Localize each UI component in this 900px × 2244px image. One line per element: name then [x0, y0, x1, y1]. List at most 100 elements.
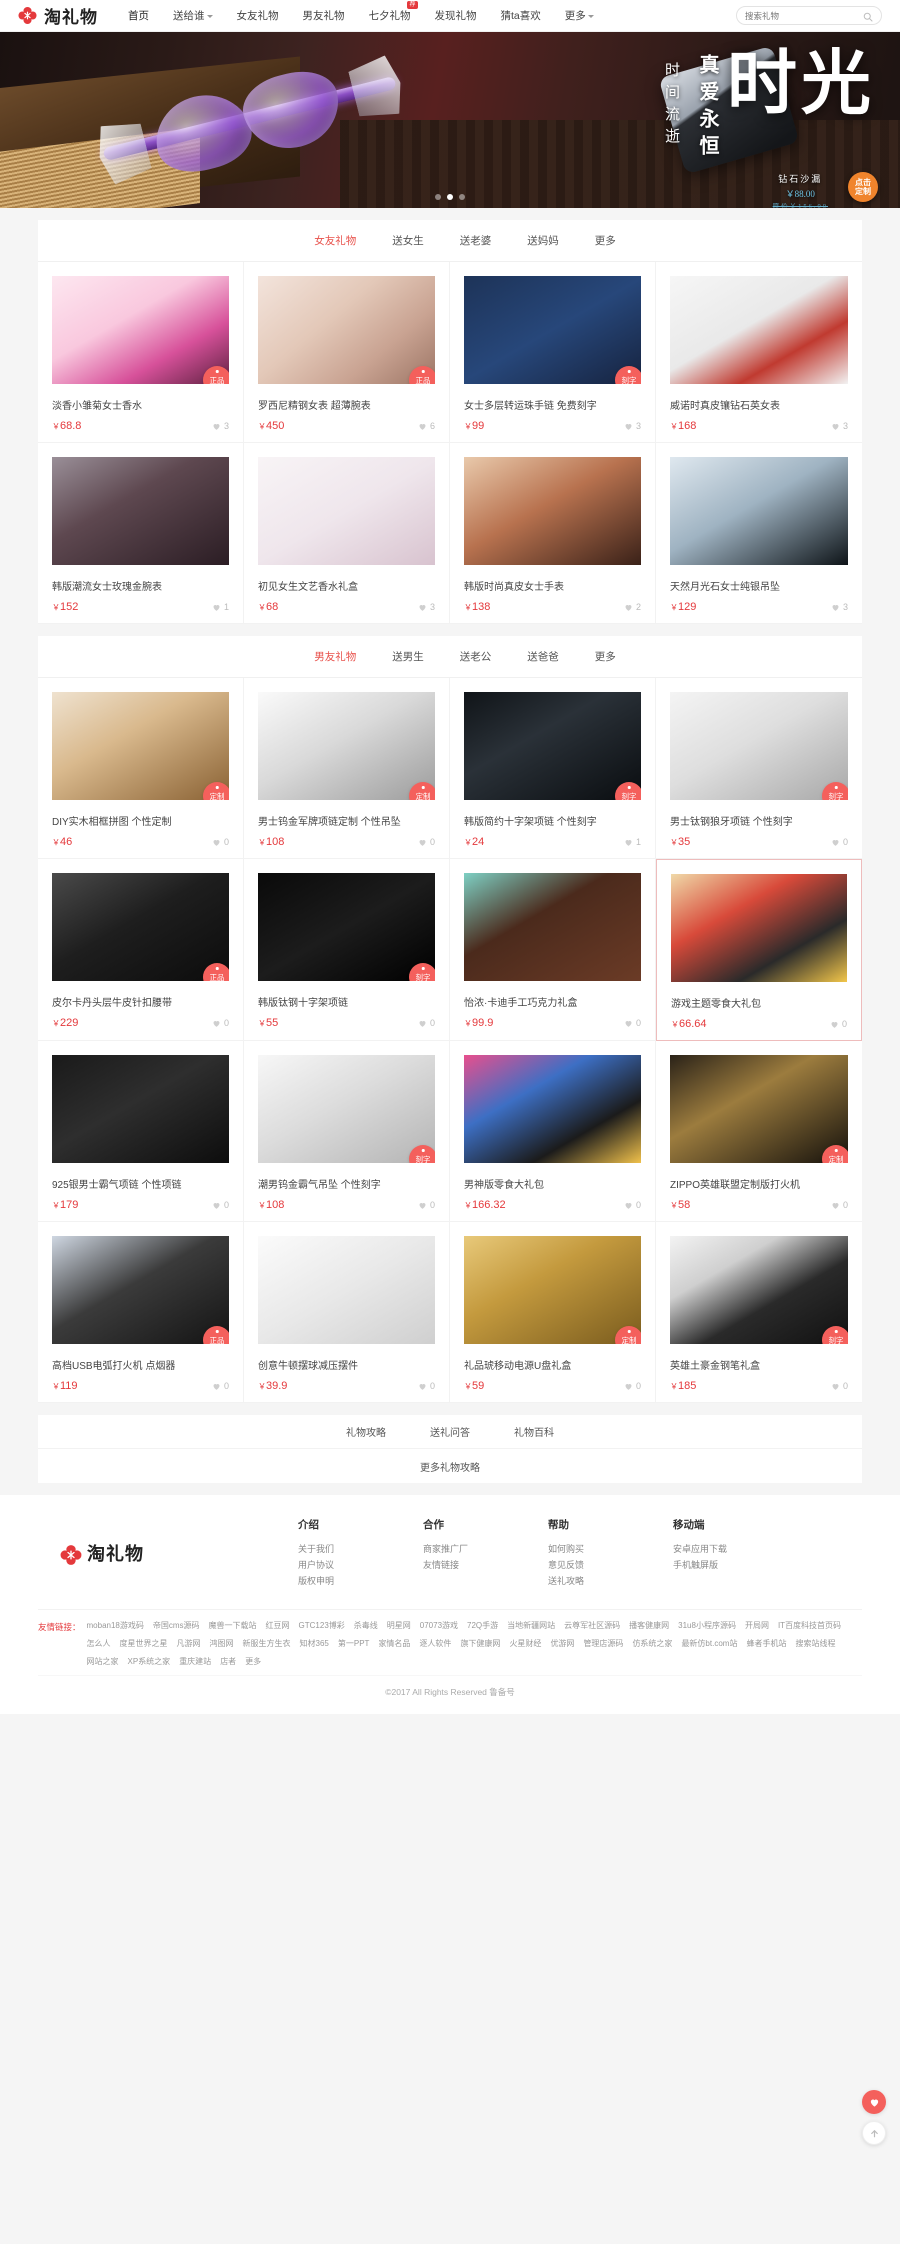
friendly-link[interactable]: IT百度科技首页码: [778, 1620, 841, 1631]
footer-link-android[interactable]: 安卓应用下载: [673, 1541, 798, 1557]
carousel-dot[interactable]: [435, 194, 441, 200]
product-card[interactable]: 定制 男士钨金军牌项链定制 个性吊坠 ￥108 0: [244, 678, 450, 859]
product-like-count[interactable]: 3: [418, 602, 435, 612]
product-thumbnail[interactable]: 正品: [52, 276, 229, 384]
product-thumbnail[interactable]: 定制: [464, 1236, 641, 1344]
product-thumbnail[interactable]: [670, 276, 848, 384]
friendly-link[interactable]: 07073游戏: [420, 1620, 458, 1631]
product-like-count[interactable]: 0: [830, 1019, 847, 1029]
friendly-link[interactable]: 云尊军社区源码: [564, 1620, 620, 1631]
back-to-top-button[interactable]: [862, 2121, 886, 2145]
product-card[interactable]: 定制 ZIPPO英雄联盟定制版打火机 ￥58 0: [656, 1041, 862, 1222]
product-thumbnail[interactable]: [52, 1055, 229, 1163]
friendly-link[interactable]: 鸿图网: [210, 1638, 234, 1649]
product-thumbnail[interactable]: [258, 457, 435, 565]
product-like-count[interactable]: 3: [831, 602, 848, 612]
product-like-count[interactable]: 0: [212, 837, 229, 847]
friendly-link[interactable]: moban18游戏码: [87, 1620, 144, 1631]
product-like-count[interactable]: 3: [831, 421, 848, 431]
footer-link-friendlinks[interactable]: 友情链接: [423, 1557, 548, 1573]
nav-item-send-to-whom[interactable]: 送给谁: [161, 8, 225, 23]
friendly-link[interactable]: 知材365: [300, 1638, 329, 1649]
product-thumbnail[interactable]: 定制: [52, 692, 229, 800]
friendly-link[interactable]: 当地新疆网站: [507, 1620, 555, 1631]
nav-item-more[interactable]: 更多: [553, 8, 606, 23]
product-card[interactable]: 正品 罗西尼精钢女表 超薄腕表 ￥450 6: [244, 262, 450, 443]
product-like-count[interactable]: 0: [624, 1381, 641, 1391]
favorite-float-button[interactable]: [862, 2090, 886, 2114]
product-like-count[interactable]: 6: [418, 421, 435, 431]
product-card[interactable]: 刻字 韩版钛钢十字架项链 ￥55 0: [244, 859, 450, 1041]
friendly-link[interactable]: 第一PPT: [338, 1638, 370, 1649]
guide-link-wiki[interactable]: 礼物百科: [514, 1424, 554, 1439]
product-thumbnail[interactable]: 定制: [258, 692, 435, 800]
product-card[interactable]: 刻字 潮男钨金霸气吊坠 个性刻字 ￥108 0: [244, 1041, 450, 1222]
product-thumbnail[interactable]: [52, 457, 229, 565]
product-like-count[interactable]: 3: [624, 421, 641, 431]
product-like-count[interactable]: 0: [831, 1200, 848, 1210]
product-thumbnail[interactable]: [464, 457, 641, 565]
product-card[interactable]: 925银男士霸气项链 个性项链 ￥179 0: [38, 1041, 244, 1222]
friendly-link[interactable]: 店者: [220, 1656, 236, 1667]
product-thumbnail[interactable]: 刻字: [258, 873, 435, 981]
product-like-count[interactable]: 0: [418, 1018, 435, 1028]
friendly-link[interactable]: 红豆网: [266, 1620, 290, 1631]
product-like-count[interactable]: 0: [212, 1381, 229, 1391]
product-card[interactable]: 正品 高档USB电弧打火机 点烟器 ￥119 0: [38, 1222, 244, 1403]
friendly-link[interactable]: 旗下健康网: [460, 1638, 500, 1649]
product-like-count[interactable]: 1: [212, 602, 229, 612]
site-logo[interactable]: 淘礼物: [18, 3, 98, 28]
friendly-link[interactable]: 搜索站线程: [795, 1638, 835, 1649]
friendly-link[interactable]: 仿系统之家: [632, 1638, 672, 1649]
product-thumbnail[interactable]: 刻字: [464, 692, 641, 800]
tab-for-boys[interactable]: 送男生: [392, 649, 424, 664]
friendly-link[interactable]: 播客健康网: [629, 1620, 669, 1631]
carousel-dot[interactable]: [459, 194, 465, 200]
product-like-count[interactable]: 1: [624, 837, 641, 847]
product-thumbnail[interactable]: 刻字: [670, 692, 848, 800]
tab-more[interactable]: 更多: [595, 649, 616, 664]
product-like-count[interactable]: 0: [831, 837, 848, 847]
hero-banner[interactable]: 时间流逝 真爱永恒 时光 钻石沙漏 ￥88.00 原价￥156.00 点击 定制: [0, 32, 900, 208]
friendly-link[interactable]: 帝国cms源码: [153, 1620, 200, 1631]
friendly-link[interactable]: GTC123博彩: [299, 1620, 345, 1631]
footer-link-copyright[interactable]: 版权申明: [298, 1573, 423, 1589]
search-input[interactable]: [745, 10, 863, 21]
product-like-count[interactable]: 0: [624, 1018, 641, 1028]
friendly-link[interactable]: 管理店源码: [583, 1638, 623, 1649]
product-card[interactable]: 定制 DIY实木相框拼图 个性定制 ￥46 0: [38, 678, 244, 859]
footer-link-howtobuy[interactable]: 如何购买: [548, 1541, 673, 1557]
tab-for-husband[interactable]: 送老公: [460, 649, 492, 664]
friendly-link[interactable]: 凡游网: [177, 1638, 201, 1649]
search-icon[interactable]: [863, 11, 873, 21]
product-like-count[interactable]: 0: [831, 1381, 848, 1391]
friendly-link[interactable]: 优游网: [550, 1638, 574, 1649]
product-like-count[interactable]: 0: [418, 1200, 435, 1210]
product-card[interactable]: 游戏主题零食大礼包 ￥66.64 0: [656, 859, 862, 1041]
product-like-count[interactable]: 3: [212, 421, 229, 431]
product-thumbnail[interactable]: 刻字: [670, 1236, 848, 1344]
friendly-link[interactable]: 最新仿bt.com站: [681, 1638, 737, 1649]
tab-girlfriend-gifts[interactable]: 女友礼物: [314, 233, 356, 248]
product-thumbnail[interactable]: [670, 457, 848, 565]
product-card[interactable]: 定制 礼品琥移动电源U盘礼盒 ￥59 0: [450, 1222, 656, 1403]
tab-for-wife[interactable]: 送老婆: [460, 233, 492, 248]
guide-link-strategy[interactable]: 礼物攻略: [346, 1424, 386, 1439]
tab-more[interactable]: 更多: [595, 233, 616, 248]
product-like-count[interactable]: 0: [624, 1200, 641, 1210]
product-card[interactable]: 正品 皮尔卡丹头层牛皮针扣腰带 ￥229 0: [38, 859, 244, 1041]
tab-for-mom[interactable]: 送妈妈: [527, 233, 559, 248]
friendly-link[interactable]: 逐人软件: [419, 1638, 451, 1649]
product-like-count[interactable]: 0: [418, 837, 435, 847]
nav-item-girlfriend-gifts[interactable]: 女友礼物: [225, 8, 291, 23]
product-card[interactable]: 刻字 男士钛钢狼牙项链 个性刻字 ￥35 0: [656, 678, 862, 859]
product-card[interactable]: 刻字 英雄土豪金钢笔礼盒 ￥185 0: [656, 1222, 862, 1403]
product-thumbnail[interactable]: 正品: [258, 276, 435, 384]
footer-link-feedback[interactable]: 意见反馈: [548, 1557, 673, 1573]
carousel-dot-active[interactable]: [447, 194, 453, 200]
product-card[interactable]: 初见女生文艺香水礼盒 ￥68 3: [244, 443, 450, 624]
friendly-link[interactable]: 重庆建站: [179, 1656, 211, 1667]
product-card[interactable]: 男神版零食大礼包 ￥166.32 0: [450, 1041, 656, 1222]
product-thumbnail[interactable]: 刻字: [464, 276, 641, 384]
friendly-link[interactable]: 72Q手游: [467, 1620, 498, 1631]
